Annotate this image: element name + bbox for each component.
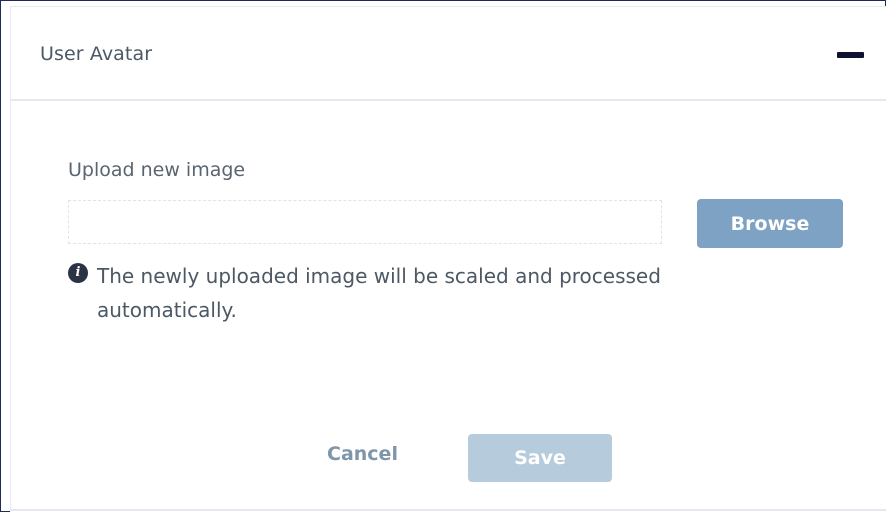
- cancel-button[interactable]: Cancel: [327, 443, 398, 465]
- browse-button[interactable]: Browse: [697, 199, 843, 248]
- file-path-field[interactable]: [68, 200, 662, 244]
- upload-label: Upload new image: [68, 159, 246, 181]
- panel-divider: [11, 509, 886, 511]
- info-text: The newly uploaded image will be scaled …: [97, 264, 661, 322]
- panel-title: User Avatar: [40, 43, 153, 65]
- panel-header: User Avatar: [11, 7, 886, 101]
- info-icon: i: [68, 263, 88, 283]
- save-button[interactable]: Save: [468, 434, 612, 482]
- minus-icon[interactable]: [837, 52, 864, 58]
- user-avatar-panel: User Avatar Upload new image Browse i Th…: [10, 6, 886, 512]
